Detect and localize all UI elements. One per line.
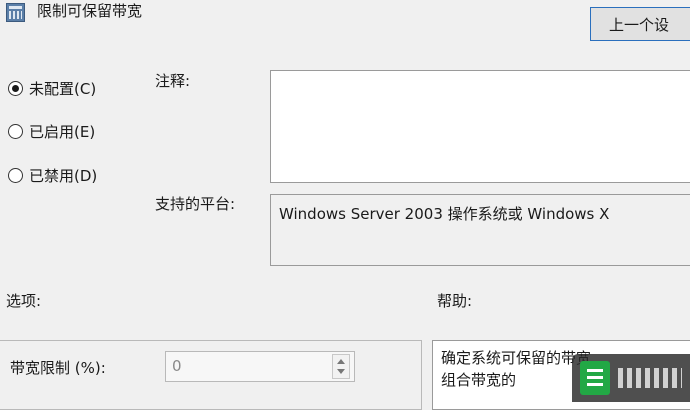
options-section-label: 选项: — [6, 292, 42, 310]
spin-down-icon[interactable] — [337, 369, 345, 374]
comment-label: 注释: — [155, 72, 191, 90]
watermark-wordmark — [618, 368, 682, 388]
radio-unselected-icon[interactable] — [8, 123, 23, 139]
previous-setting-button[interactable]: 上一个设 — [590, 7, 690, 41]
watermark-icon — [580, 361, 610, 395]
spin-up-icon[interactable] — [337, 359, 345, 364]
radio-label-disabled: 已禁用(D) — [29, 166, 98, 185]
bandwidth-limit-spinbox[interactable]: 0 — [165, 351, 355, 382]
radio-label-enabled: 已启用(E) — [29, 122, 96, 141]
radio-unselected-icon[interactable] — [8, 167, 23, 183]
radio-enabled[interactable]: 已启用(E) — [8, 119, 95, 143]
radio-selected-icon[interactable] — [8, 80, 23, 96]
window-title: 限制可保留带宽 — [37, 2, 143, 20]
help-section-label: 帮助: — [437, 292, 473, 310]
radio-label-not-configured: 未配置(C) — [29, 79, 97, 98]
supported-platform-value: Windows Server 2003 操作系统或 Windows X — [270, 194, 690, 266]
comment-textarea[interactable] — [270, 70, 690, 183]
policy-setting-icon — [6, 3, 25, 22]
bandwidth-limit-value[interactable]: 0 — [172, 357, 182, 375]
radio-disabled[interactable]: 已禁用(D) — [8, 163, 97, 187]
supported-platform-label: 支持的平台: — [155, 195, 236, 213]
radio-not-configured[interactable]: 未配置(C) — [8, 76, 96, 100]
bandwidth-limit-label: 带宽限制 (%): — [10, 359, 106, 377]
watermark-logo — [572, 354, 690, 402]
spin-buttons[interactable] — [332, 354, 350, 379]
